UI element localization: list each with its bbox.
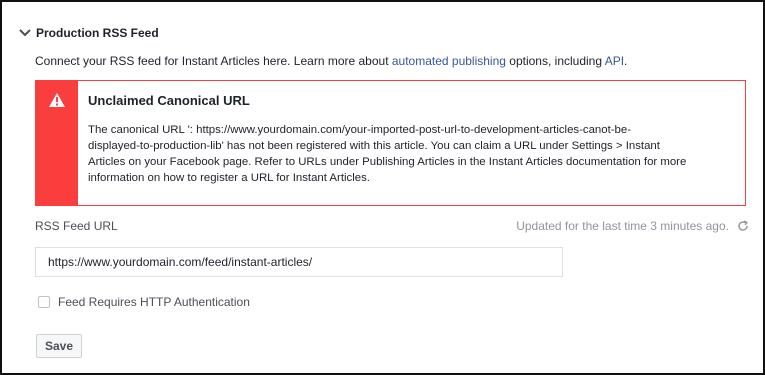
chevron-down-icon[interactable]	[18, 26, 32, 40]
http-auth-option[interactable]: Feed Requires HTTP Authentication	[38, 295, 250, 309]
warning-icon	[49, 93, 65, 205]
http-auth-checkbox[interactable]	[38, 296, 50, 308]
http-auth-label[interactable]: Feed Requires HTTP Authentication	[58, 295, 250, 309]
save-button[interactable]: Save	[36, 334, 83, 358]
last-updated-status: Updated for the last time 3 minutes ago.	[516, 219, 749, 233]
alert-title: Unclaimed Canonical URL	[88, 93, 250, 108]
alert-line-4: information on how to register a URL for…	[88, 172, 370, 184]
rss-feed-url-input[interactable]	[35, 247, 563, 277]
intro-prefix: Connect your RSS feed for Instant Articl…	[35, 54, 392, 68]
settings-panel: Production RSS Feed Connect your RSS fee…	[0, 0, 765, 375]
alert-icon-bar	[36, 81, 78, 205]
last-updated-text: Updated for the last time 3 minutes ago.	[516, 219, 729, 233]
alert-line-1: The canonical URL ': https://www.yourdom…	[88, 124, 632, 136]
section-header[interactable]: Production RSS Feed	[18, 26, 159, 40]
rss-label-row: RSS Feed URL Updated for the last time 3…	[35, 219, 749, 233]
intro-suffix: .	[624, 54, 628, 68]
alert-line-3: Articles on your Facebook page. Refer to…	[88, 156, 687, 168]
alert-body: Unclaimed Canonical URL The canonical UR…	[78, 81, 745, 205]
error-alert: Unclaimed Canonical URL The canonical UR…	[35, 80, 746, 206]
api-link[interactable]: API	[605, 54, 624, 68]
intro-text: Connect your RSS feed for Instant Articl…	[35, 54, 627, 68]
refresh-icon[interactable]	[737, 220, 749, 232]
alert-line-2: displayed-to-production-lib' has not bee…	[88, 140, 660, 152]
intro-middle: options, including	[505, 54, 605, 68]
automated-publishing-link[interactable]: automated publishing	[392, 54, 506, 68]
alert-message: The canonical URL ': https://www.yourdom…	[88, 122, 728, 186]
rss-feed-url-label: RSS Feed URL	[35, 219, 118, 233]
section-title: Production RSS Feed	[36, 26, 159, 40]
